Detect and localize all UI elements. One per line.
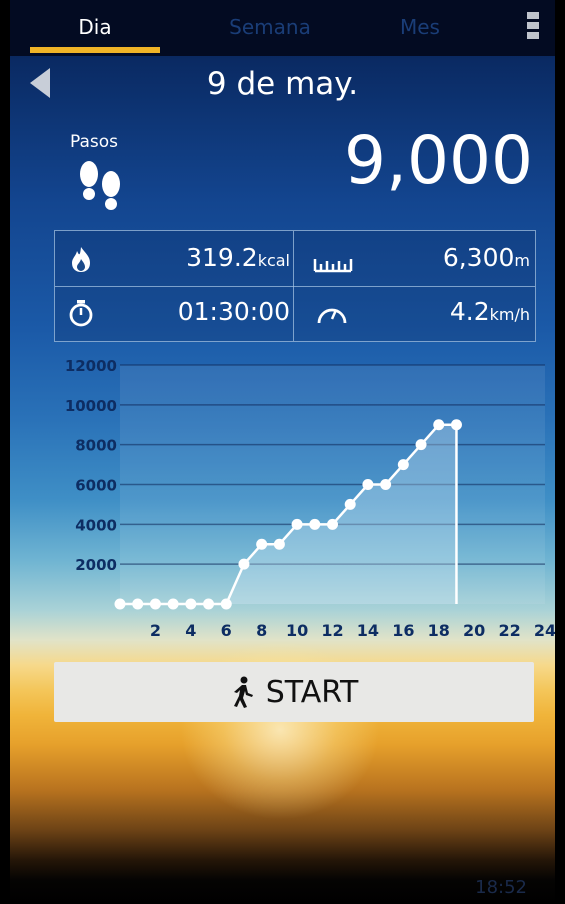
steps-count: 9,000	[344, 122, 533, 199]
data-point	[114, 598, 126, 610]
x-tick-label: 6	[221, 621, 232, 640]
x-tick-label: 8	[256, 621, 267, 640]
start-button[interactable]: START	[54, 662, 534, 722]
y-tick-label: 10000	[65, 397, 117, 415]
data-point	[220, 598, 232, 610]
data-point	[344, 498, 356, 510]
y-tick-label: 6000	[75, 477, 117, 495]
walking-person-icon	[233, 676, 253, 708]
x-tick-label: 18	[428, 621, 450, 640]
y-tick-label: 4000	[75, 516, 117, 534]
data-point	[450, 419, 462, 431]
data-point	[433, 419, 445, 431]
tab-mes[interactable]: Mes	[340, 0, 500, 56]
data-point	[327, 518, 338, 530]
data-point	[380, 479, 392, 490]
data-point	[362, 479, 374, 490]
x-tick-label: 22	[498, 621, 520, 640]
data-point	[238, 558, 250, 570]
x-tick-label: 12	[321, 621, 343, 640]
data-point	[132, 598, 144, 610]
data-point	[273, 538, 285, 550]
y-tick-label: 12000	[65, 360, 117, 375]
speedometer-icon	[317, 308, 347, 324]
date-title: 9 de may.	[206, 66, 359, 102]
flame-icon	[72, 247, 90, 272]
stats-grid: 319.2kcal 6,300m 01:30:00 4.2km/h	[54, 230, 536, 342]
duration-value: 01:30:00	[177, 297, 290, 326]
start-label: START	[265, 674, 359, 710]
clock: 18:52	[475, 877, 527, 898]
x-tick-label: 20	[463, 621, 485, 640]
data-point	[149, 598, 161, 610]
steps-label: Pasos	[70, 132, 119, 152]
y-tick-label: 2000	[75, 556, 117, 574]
data-point	[309, 518, 321, 530]
data-point	[185, 598, 197, 610]
x-tick-label: 24	[534, 621, 555, 640]
calories-value: 319.2kcal	[186, 243, 290, 272]
tab-bar: Dia Semana Mes	[10, 0, 555, 56]
x-tick-label: 4	[185, 621, 196, 640]
steps-chart: 2000 4000 6000 8000 10000 12000 2 4 6 8 10 12 14 16 18…	[45, 360, 555, 650]
x-tick-label: 2	[150, 621, 161, 640]
active-tab-indicator	[30, 47, 160, 53]
data-point	[291, 518, 303, 530]
x-tick-label: 10	[286, 621, 308, 640]
speed-value: 4.2km/h	[449, 297, 530, 326]
x-tick-label: 14	[357, 621, 379, 640]
y-tick-label: 8000	[75, 437, 117, 455]
data-point	[167, 598, 179, 610]
tab-semana[interactable]: Semana	[190, 0, 350, 56]
overflow-menu-icon[interactable]	[527, 12, 541, 42]
data-point	[397, 459, 409, 471]
data-point	[203, 598, 215, 610]
steps-chart-svg: 200040006000800010000120002 4 6 8 10 12 14 16 18…	[65, 360, 555, 640]
footsteps-icon	[80, 161, 120, 210]
ruler-icon	[313, 259, 353, 273]
data-point	[415, 439, 427, 451]
data-point	[256, 538, 268, 550]
x-tick-label: 16	[392, 621, 414, 640]
distance-value: 6,300m	[442, 243, 530, 272]
app-screen: Dia Semana Mes 9 de may. Pasos 9,000 319…	[10, 0, 555, 904]
system-nav-bar: 18:52	[10, 864, 555, 904]
stopwatch-icon	[69, 300, 93, 327]
